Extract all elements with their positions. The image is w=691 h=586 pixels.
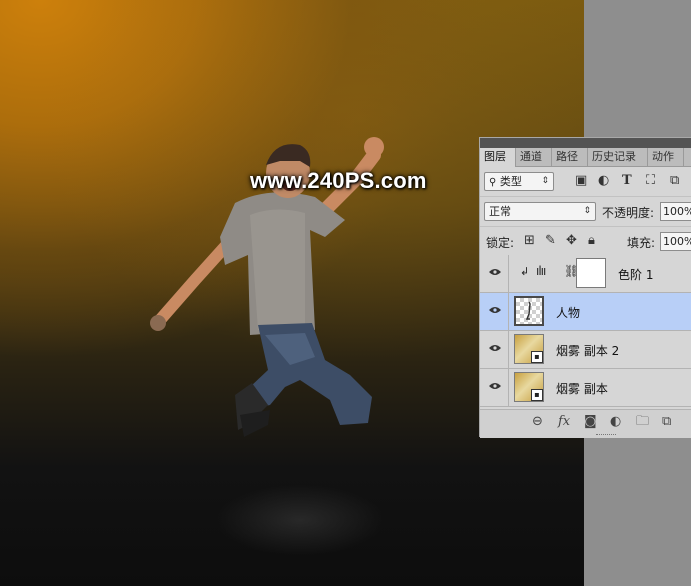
add-mask-icon[interactable]: ◙ bbox=[584, 414, 597, 430]
layer-thumbnail[interactable]: ▪ bbox=[514, 372, 544, 402]
layer-mask-thumbnail[interactable] bbox=[576, 258, 606, 288]
layer-filter-row: ⚲ 类型 ⇕ ▣ ◐ T ⛶ ⧉ bbox=[480, 167, 691, 197]
filter-kind-label: 类型 bbox=[499, 175, 522, 188]
opacity-input[interactable]: 100% bbox=[660, 202, 691, 221]
tab-history[interactable]: 历史记录 bbox=[588, 148, 648, 166]
lock-all-padlock-icon[interactable]: 🔒︎ bbox=[588, 233, 595, 249]
layer-row-smoke-copy-2[interactable]: ▪ 烟雾 副本 2 bbox=[480, 331, 691, 369]
search-icon: ⚲ bbox=[489, 177, 497, 188]
fx-icon[interactable]: fx bbox=[558, 414, 570, 430]
image-filter-icon[interactable]: ▣ bbox=[575, 173, 587, 189]
link-layers-icon[interactable]: ⊖ bbox=[532, 414, 543, 430]
layer-name: 色阶 1 bbox=[618, 268, 654, 282]
smart-object-badge-icon: ▪ bbox=[531, 351, 543, 363]
lock-row: 锁定: ⊞ ✎ ✥ 🔒︎ 填充: 100% bbox=[480, 227, 691, 257]
type-filter-icon[interactable]: T bbox=[622, 173, 632, 189]
lock-position-move-icon[interactable]: ✥ bbox=[566, 233, 577, 249]
adjustment-filter-icon[interactable]: ◐ bbox=[598, 173, 609, 189]
person-thumbnail-icon bbox=[525, 301, 531, 320]
smart-object-badge-icon: ▪ bbox=[531, 389, 543, 401]
filter-kind-select[interactable]: ⚲ 类型 ⇕ bbox=[484, 172, 554, 191]
opacity-label: 不透明度: bbox=[602, 206, 655, 220]
layers-panel-footer: ⊖ fx ◙ ◐ 🗀︎ ⧉ bbox=[480, 409, 691, 438]
layer-row-smoke-copy[interactable]: ▪ 烟雾 副本 bbox=[480, 369, 691, 407]
tab-layers[interactable]: 图层 bbox=[480, 148, 516, 167]
panel-title-bar[interactable] bbox=[480, 138, 691, 148]
chevron-updown-icon: ⇕ bbox=[583, 206, 591, 216]
visibility-toggle[interactable] bbox=[480, 293, 509, 330]
tab-channels[interactable]: 通道 bbox=[516, 148, 552, 166]
resize-grip[interactable] bbox=[596, 434, 616, 437]
blend-mode-select[interactable]: 正常 ⇕ bbox=[484, 202, 596, 221]
layer-thumbnail[interactable] bbox=[514, 296, 544, 326]
layer-name: 烟雾 副本 2 bbox=[556, 344, 620, 358]
layer-name: 人物 bbox=[556, 306, 581, 320]
clipping-arrow-icon: ↲ bbox=[520, 265, 530, 278]
tab-paths[interactable]: 路径 bbox=[552, 148, 588, 166]
lock-image-pixels-brush-icon[interactable]: ✎ bbox=[545, 233, 556, 249]
eye-icon bbox=[489, 307, 501, 313]
new-group-icon[interactable]: 🗀︎ bbox=[636, 414, 649, 430]
watermark-text: www.240PS.com bbox=[250, 168, 427, 193]
layer-row-person[interactable]: 人物 bbox=[480, 293, 691, 331]
new-layer-icon[interactable]: ⧉ bbox=[662, 414, 671, 430]
tab-actions[interactable]: 动作 bbox=[648, 148, 684, 166]
chevron-updown-icon: ⇕ bbox=[541, 176, 549, 186]
fill-input[interactable]: 100% bbox=[660, 232, 691, 251]
levels-histogram-icon: ılıı bbox=[536, 264, 546, 278]
new-adjustment-icon[interactable]: ◐ bbox=[610, 414, 621, 430]
visibility-toggle[interactable] bbox=[480, 331, 509, 368]
blend-mode-row: 正常 ⇕ 不透明度: 100% bbox=[480, 197, 691, 227]
visibility-toggle[interactable] bbox=[480, 255, 509, 292]
lock-transparent-pixels-icon[interactable]: ⊞ bbox=[524, 233, 535, 249]
panel-tabs: 图层 通道 路径 历史记录 动作 bbox=[480, 148, 691, 167]
eye-icon bbox=[489, 269, 501, 275]
layers-panel[interactable]: 图层 通道 路径 历史记录 动作 ⚲ 类型 ⇕ ▣ ◐ T ⛶ ⧉ 正常 ⇕ 不… bbox=[479, 137, 691, 438]
blend-mode-value: 正常 bbox=[489, 205, 511, 218]
shape-filter-icon[interactable]: ⛶ bbox=[646, 173, 655, 189]
lock-label: 锁定: bbox=[486, 236, 515, 250]
layer-name: 烟雾 副本 bbox=[556, 382, 608, 396]
fill-label: 填充: bbox=[627, 236, 656, 250]
eye-icon bbox=[489, 345, 501, 351]
visibility-toggle[interactable] bbox=[480, 369, 509, 406]
layer-thumbnail[interactable]: ▪ bbox=[514, 334, 544, 364]
eye-icon bbox=[489, 383, 501, 389]
layer-row-levels[interactable]: ↲ ılıı ⛓︎ 色阶 1 bbox=[480, 255, 691, 293]
smart-object-filter-icon[interactable]: ⧉ bbox=[670, 173, 679, 189]
